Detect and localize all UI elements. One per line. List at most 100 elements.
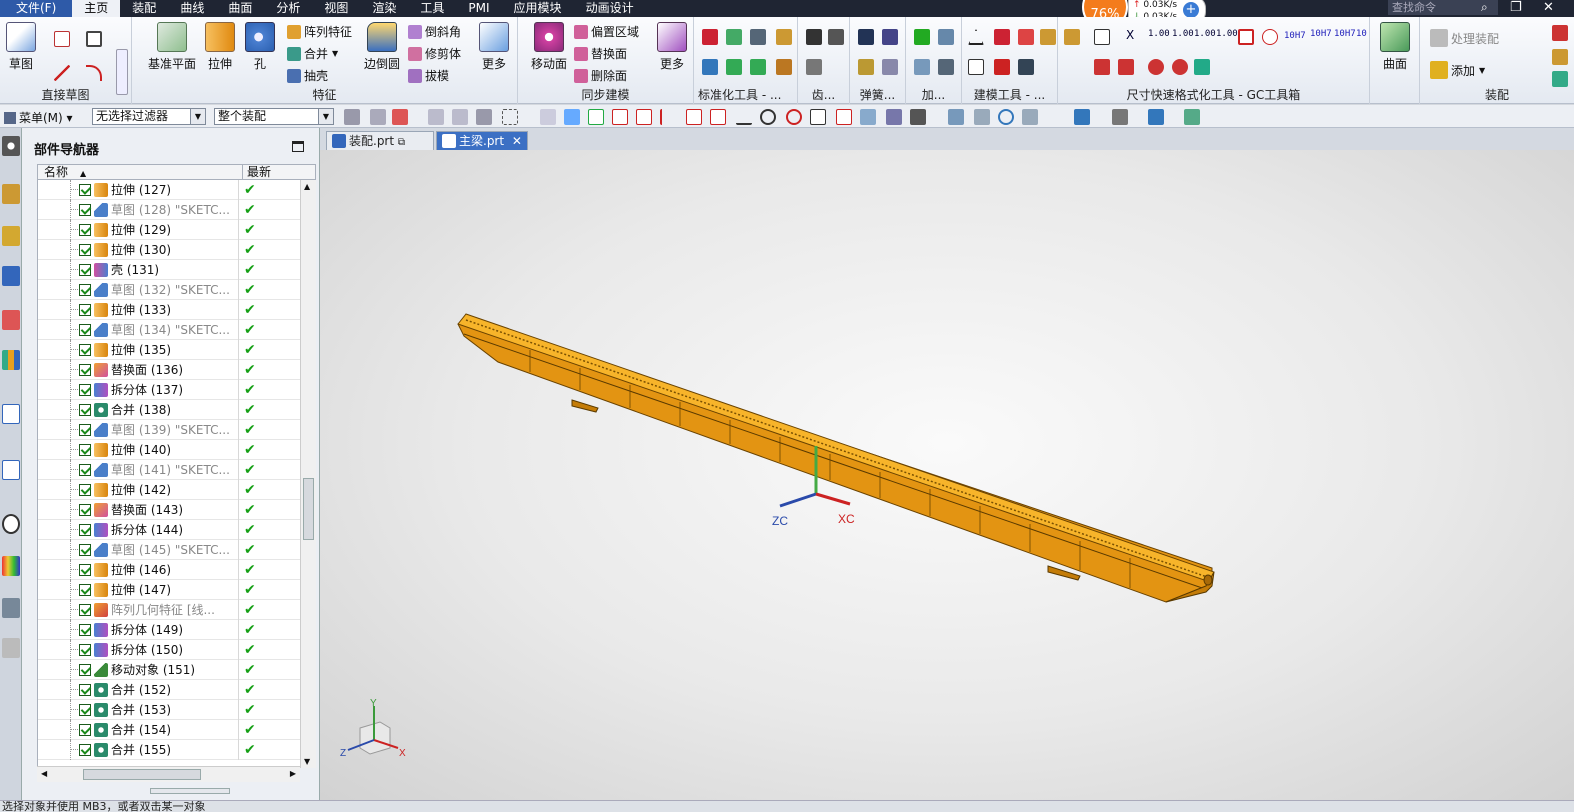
visibility-checkbox[interactable] [79, 684, 91, 696]
tab-assembly-prt[interactable]: 装配.prt ⧉ [326, 131, 434, 150]
trim-body-button[interactable]: 修剪体 [408, 45, 461, 62]
tree-row[interactable]: 拆分体 (144) ✔ [38, 520, 300, 540]
tab-home[interactable]: 主页 [72, 0, 121, 17]
tree-row[interactable]: 阵列几何特征 [线... ✔ [38, 600, 300, 620]
scroll-thumb[interactable] [303, 478, 314, 540]
tree-row[interactable]: 拉伸 (135) ✔ [38, 340, 300, 360]
tab-animation[interactable]: 动画设计 [574, 0, 646, 17]
history-icon[interactable] [2, 460, 20, 480]
visibility-checkbox[interactable] [79, 664, 91, 676]
restore-icon[interactable]: ❐ [1510, 0, 1522, 15]
visibility-checkbox[interactable] [79, 284, 91, 296]
settings-icon[interactable] [2, 136, 20, 156]
visibility-checkbox[interactable] [79, 704, 91, 716]
library-icon[interactable] [2, 350, 20, 370]
tree-row[interactable]: 拉伸 (147) ✔ [38, 580, 300, 600]
move-face-button[interactable]: 移动面 [528, 22, 570, 72]
arc-icon[interactable] [86, 65, 102, 81]
visibility-checkbox[interactable] [79, 544, 91, 556]
std-tool-icon-6[interactable] [726, 59, 742, 75]
view-pan-icon[interactable] [1022, 109, 1038, 125]
tree-row[interactable]: 合并 (154) ✔ [38, 720, 300, 740]
snap-grid-icon[interactable] [886, 109, 902, 125]
add-tool-icon-3[interactable] [914, 59, 930, 75]
visibility-checkbox[interactable] [79, 324, 91, 336]
shell-button[interactable]: 抽壳 [287, 67, 328, 84]
assembly-tool-icon-2[interactable] [1552, 49, 1568, 65]
view-more-icon[interactable] [1184, 109, 1200, 125]
snap-icon-1[interactable] [540, 109, 556, 125]
tree-row[interactable]: 拉伸 (129) ✔ [38, 220, 300, 240]
view-orient-icon[interactable] [1074, 109, 1090, 125]
modeling-tool-icon-3[interactable] [1018, 29, 1034, 45]
pattern-feature-button[interactable]: 阵列特征 [287, 23, 352, 40]
column-header-name[interactable]: 名称 ▲ [44, 165, 86, 181]
tree-row[interactable]: 拉伸 (146) ✔ [38, 560, 300, 580]
tree-row[interactable]: 拉伸 (140) ✔ [38, 440, 300, 460]
file-menu[interactable]: 文件(F) [0, 0, 73, 17]
select-tool-icon-5[interactable] [452, 109, 468, 125]
close-tab-icon[interactable]: ✕ [512, 134, 522, 148]
tree-row[interactable]: 合并 (153) ✔ [38, 700, 300, 720]
dim-format-2[interactable]: 1.00 [1172, 30, 1194, 39]
visibility-checkbox[interactable] [79, 404, 91, 416]
visibility-checkbox[interactable] [79, 484, 91, 496]
scroll-left-icon[interactable]: ◀ [41, 769, 47, 778]
tree-row[interactable]: 移动对象 (151) ✔ [38, 660, 300, 680]
web-browser-icon[interactable] [2, 404, 20, 424]
tree-horizontal-scrollbar[interactable]: ◀ ▶ [37, 766, 300, 782]
dim-h7-2[interactable]: 10H7 [1310, 30, 1332, 39]
select-tool-icon-6[interactable] [476, 109, 492, 125]
render-style-icon[interactable] [1112, 109, 1128, 125]
tab-assembly[interactable]: 装配 [120, 0, 168, 17]
dim-tool-icon-6[interactable] [1118, 59, 1134, 75]
datum-plane-button[interactable]: 基准平面 [144, 22, 200, 72]
scroll-up-icon[interactable]: ▲ [304, 182, 310, 191]
line-icon[interactable] [54, 65, 70, 81]
rectangle-icon[interactable] [86, 31, 102, 47]
spring-icon-4[interactable] [882, 59, 898, 75]
modeling-tool-icon-2[interactable] [994, 29, 1010, 45]
tab-surface[interactable]: 曲面 [216, 0, 264, 17]
dim-tool-icon-1[interactable] [1064, 29, 1080, 45]
add-tool-icon-4[interactable] [938, 59, 954, 75]
visibility-checkbox[interactable] [79, 584, 91, 596]
search-icon[interactable]: ⌕ [1481, 0, 1488, 15]
dim-tool-circle-icon[interactable] [1262, 29, 1278, 45]
std-tool-icon-8[interactable] [776, 59, 792, 75]
tree-row[interactable]: 替换面 (136) ✔ [38, 360, 300, 380]
assembly-tool-icon-3[interactable] [1552, 71, 1568, 87]
spring-icon-1[interactable] [858, 29, 874, 45]
chamfer-button[interactable]: 倒斜角 [408, 23, 461, 40]
unite-button[interactable]: 合并 ▼ [287, 45, 338, 62]
view-rotate-icon[interactable] [998, 109, 1014, 125]
selection-scope-select[interactable]: 整个装配 ▼ [214, 108, 334, 125]
edge-blend-button[interactable]: 边倒圆 [362, 22, 402, 72]
tree-row[interactable]: 拉伸 (142) ✔ [38, 480, 300, 500]
std-tool-icon-7[interactable] [750, 59, 766, 75]
visibility-checkbox[interactable] [79, 604, 91, 616]
modeling-tool-icon-5[interactable] [968, 59, 984, 75]
visibility-checkbox[interactable] [79, 224, 91, 236]
feature-more-button[interactable]: 更多 [478, 22, 510, 72]
assembly-navigator-icon[interactable] [2, 184, 20, 204]
gear-tool-icon-1[interactable] [806, 29, 822, 45]
draft-button[interactable]: 拔模 [408, 67, 449, 84]
scroll-right-icon[interactable]: ▶ [290, 769, 296, 778]
tree-row[interactable]: 拆分体 (149) ✔ [38, 620, 300, 640]
menu-button[interactable]: 菜单(M) ▾ [4, 109, 73, 126]
add-tool-icon-2[interactable] [938, 29, 954, 45]
view-layout-icon[interactable] [1148, 109, 1164, 125]
column-header-latest[interactable]: 最新 [242, 165, 302, 180]
visibility-checkbox[interactable] [79, 724, 91, 736]
tree-row[interactable]: 壳 (131) ✔ [38, 260, 300, 280]
offset-region-button[interactable]: 偏置区域 [574, 23, 639, 40]
visibility-checkbox[interactable] [79, 644, 91, 656]
tree-row[interactable]: 拆分体 (150) ✔ [38, 640, 300, 660]
visibility-checkbox[interactable] [79, 624, 91, 636]
visibility-checkbox[interactable] [79, 564, 91, 576]
tab-app-modules[interactable]: 应用模块 [502, 0, 574, 17]
select-tool-icon-3[interactable] [392, 109, 408, 125]
visibility-checkbox[interactable] [79, 384, 91, 396]
std-tool-icon-2[interactable] [726, 29, 742, 45]
